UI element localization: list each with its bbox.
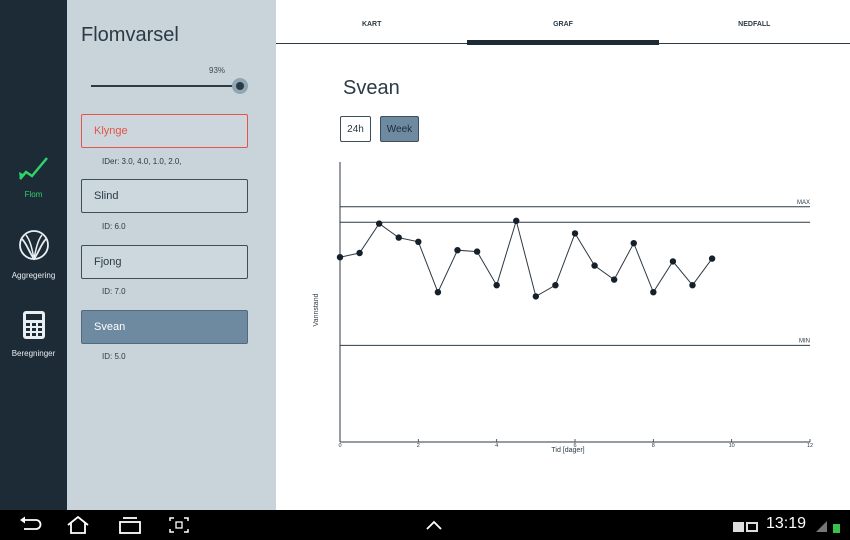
- data-point[interactable]: [356, 249, 363, 257]
- data-point[interactable]: [591, 262, 598, 269]
- nav-item-label: Beregninger: [11, 349, 56, 358]
- data-point[interactable]: [415, 238, 422, 245]
- series-line: [339, 218, 713, 298]
- station-button-fjong[interactable]: Fjong: [81, 245, 248, 279]
- nav-item-flom[interactable]: Flom: [0, 155, 67, 199]
- flood-line-icon: [17, 155, 51, 186]
- station-id-text: ID: 6.0: [102, 222, 126, 231]
- station-button-slind[interactable]: Slind: [81, 179, 248, 213]
- signal-icon: [816, 519, 842, 538]
- data-point[interactable]: [395, 234, 402, 241]
- screenshot-icon[interactable]: [168, 516, 190, 539]
- recent-apps-icon[interactable]: [118, 516, 142, 539]
- home-icon[interactable]: [66, 515, 90, 539]
- station-panel: Flomvarsel 93% Klynge IDer: 3.0, 4.0, 1.…: [67, 0, 276, 510]
- range-week-button[interactable]: Week: [380, 116, 419, 142]
- nav-item-label: Aggregering: [11, 271, 56, 280]
- station-id-text: IDer: 3.0, 4.0, 1.0, 2.0,: [102, 157, 182, 166]
- range-24h-button[interactable]: 24h: [340, 116, 371, 142]
- y-axis-label: Vannstand: [313, 293, 320, 326]
- data-point[interactable]: [513, 217, 520, 224]
- main-content: KART GRAF NEDFALL Svean 24h Week MAX MIN …: [276, 0, 850, 510]
- water-level-chart: MAXMIN 0 2 4 6 8 10 12 Tid [dager] Vannstand: [313, 162, 813, 454]
- x-tick-label: 12: [807, 443, 813, 449]
- data-point[interactable]: [336, 254, 344, 261]
- nav-item-beregninger[interactable]: Beregninger: [0, 310, 67, 358]
- data-point[interactable]: [689, 282, 696, 289]
- station-name: Fjong: [94, 256, 122, 268]
- data-point[interactable]: [610, 276, 618, 283]
- x-axis-label: Tid [dager]: [551, 447, 584, 454]
- data-point[interactable]: [630, 240, 637, 247]
- station-id-text: ID: 5.0: [102, 352, 126, 361]
- tab-graf[interactable]: GRAF: [467, 8, 659, 45]
- tab-bar: KART GRAF NEDFALL: [276, 8, 850, 45]
- station-button-svean[interactable]: Svean: [81, 310, 248, 344]
- aggregate-circles-icon: [17, 228, 51, 267]
- data-point[interactable]: [434, 289, 442, 296]
- x-tick-label: 8: [652, 443, 655, 449]
- x-tick-label: 4: [495, 443, 498, 449]
- calculator-icon: [22, 310, 46, 345]
- reference-label-max: MAX: [797, 200, 810, 206]
- nav-rail: Flom Aggregering Beregninger: [0, 0, 67, 510]
- zoom-value-label: 93%: [208, 66, 226, 75]
- nav-item-aggregering[interactable]: Aggregering: [0, 228, 67, 280]
- zoom-slider-handle[interactable]: [232, 78, 248, 94]
- station-button-klynge[interactable]: Klynge: [81, 114, 248, 148]
- data-point[interactable]: [669, 258, 677, 265]
- data-point[interactable]: [650, 289, 657, 296]
- chevron-up-icon[interactable]: [424, 516, 444, 539]
- data-point[interactable]: [552, 282, 559, 289]
- nav-item-label: Flom: [24, 190, 43, 199]
- station-name: Svean: [94, 321, 126, 333]
- tab-nedfall[interactable]: NEDFALL: [659, 8, 850, 43]
- station-name: Slind: [94, 190, 119, 202]
- data-point[interactable]: [532, 293, 540, 300]
- zoom-slider-track[interactable]: [91, 85, 239, 87]
- data-point[interactable]: [571, 230, 579, 237]
- back-icon[interactable]: [18, 516, 42, 539]
- x-tick-label: 2: [417, 443, 420, 449]
- tab-kart[interactable]: KART: [276, 8, 467, 43]
- data-point[interactable]: [493, 282, 500, 289]
- station-id-text: ID: 7.0: [102, 287, 126, 296]
- panel-title: Flomvarsel: [81, 24, 179, 46]
- data-point[interactable]: [375, 220, 383, 227]
- status-clock: 13:19: [766, 515, 807, 532]
- data-point[interactable]: [473, 248, 481, 255]
- data-point[interactable]: [708, 255, 716, 262]
- station-title: Svean: [343, 77, 400, 99]
- reference-label-min: MIN: [799, 338, 810, 344]
- data-point[interactable]: [454, 247, 461, 254]
- x-tick-label: 0: [338, 443, 341, 449]
- notification-icon: [733, 520, 759, 538]
- station-name: Klynge: [94, 125, 128, 137]
- x-tick-label: 10: [729, 443, 735, 449]
- system-nav-bar: 13:19: [0, 510, 850, 540]
